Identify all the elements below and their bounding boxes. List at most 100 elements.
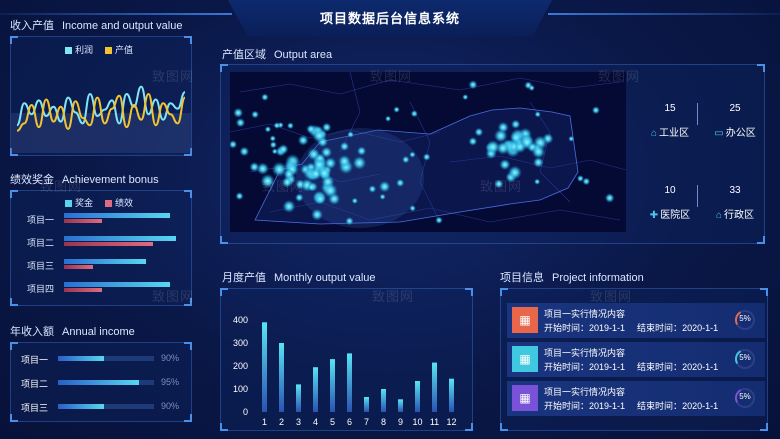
- bonus-bar-label: 项目二: [27, 238, 55, 248]
- project-card[interactable]: ▦ 项目一实行情况内容 开始时间：2019-1-1 结束时间：2020-1-1 5%: [507, 342, 765, 377]
- x-tick-label: 9: [398, 417, 403, 427]
- annual-income-label: 项目三: [21, 403, 49, 413]
- progress-percent: 5%: [739, 392, 751, 401]
- x-tick-label: 6: [347, 417, 352, 427]
- annual-income-track: [58, 356, 154, 361]
- y-tick-label: 100: [233, 384, 248, 394]
- building-icon: ▦: [512, 346, 538, 372]
- y-tick-label: 0: [243, 407, 248, 417]
- stat-label-text: 办公区: [725, 128, 756, 139]
- factory-icon: ⌂: [650, 128, 658, 139]
- output-area-map[interactable]: [230, 72, 626, 232]
- map-hotspot: [356, 146, 367, 156]
- x-tick-label: 3: [296, 417, 301, 427]
- map-hotspot: [251, 110, 259, 119]
- header-deco-right: [548, 13, 780, 15]
- map-hotspot: [378, 180, 391, 193]
- map-hotspot: [311, 208, 324, 221]
- watermark: 致图网: [480, 179, 523, 194]
- output-area-title: 产值区域 Output area: [222, 46, 332, 62]
- bonus-title: 绩效奖金 Achievement bonus: [10, 171, 159, 187]
- map-hotspot: [509, 131, 523, 144]
- annual-income-track: [58, 380, 154, 385]
- map-hotspot: [486, 140, 501, 154]
- watermark: 致图网: [598, 69, 641, 84]
- bonus-legend: 奖金 绩效: [65, 196, 133, 209]
- map-hotspot: [352, 156, 367, 170]
- monthly-title-en: Monthly output value: [274, 272, 376, 284]
- map-hotspot: [531, 145, 546, 159]
- project-info-title: 项目信息 Project information: [500, 269, 644, 285]
- map-hotspot: [379, 193, 386, 200]
- month-bar: [313, 367, 318, 413]
- month-bar: [296, 384, 301, 412]
- map-hotspot: [435, 216, 443, 224]
- project-card[interactable]: ▦ 项目一实行情况内容 开始时间：2019-1-1 结束时间：2020-1-1 5%: [507, 381, 765, 416]
- stat-label-text: 医院区: [660, 210, 691, 221]
- map-hotspot: [278, 144, 289, 155]
- map-hotspot: [269, 141, 277, 149]
- stat-divider-bottom: [697, 185, 698, 207]
- annual-income-fill: [58, 356, 105, 361]
- y-tick-label: 200: [233, 361, 248, 371]
- project-name: 项目一实行情况内容: [544, 309, 626, 319]
- income-output-title-en: Income and output value: [62, 20, 183, 32]
- map-hotspot: [393, 106, 400, 113]
- map-hotspot: [338, 154, 351, 168]
- legend-swatch-output: [105, 47, 113, 55]
- start-date: 2019-1-1: [589, 362, 626, 372]
- legend-item-perf: 绩效: [105, 196, 133, 209]
- income-output-title: 收入产值 Income and output value: [10, 17, 182, 33]
- legend-swatch-profit: [65, 47, 72, 55]
- annual-income-percent: 90%: [161, 401, 180, 411]
- x-tick-label: 5: [330, 417, 335, 427]
- map-hotspot: [410, 110, 418, 118]
- office-icon: ▭: [714, 128, 724, 139]
- stat-office: 25 ▭ 办公区: [705, 103, 765, 139]
- bonus-bar-row: 项目一: [27, 213, 197, 227]
- watermark: 致图网: [152, 69, 195, 84]
- month-bar: [398, 399, 403, 412]
- x-tick-label: 12: [446, 417, 456, 427]
- month-bar: [279, 343, 284, 412]
- map-hotspot: [312, 128, 327, 143]
- performance-bar: [64, 265, 93, 269]
- map-hotspot: [347, 131, 354, 138]
- month-bar: [347, 353, 352, 412]
- project-dates: 开始时间：2019-1-1 结束时间：2020-1-1: [544, 321, 718, 334]
- legend-label-profit: 利润: [75, 45, 94, 55]
- end-date: 2020-1-1: [682, 323, 719, 333]
- x-tick-label: 4: [313, 417, 318, 427]
- bonus-bar-row: 项目二: [27, 236, 197, 250]
- stat-label: ⌂ 行政区: [705, 206, 765, 221]
- annual-income-fill: [58, 380, 139, 385]
- month-bar: [415, 381, 420, 413]
- stat-label-text: 工业区: [659, 128, 690, 139]
- map-hotspot: [533, 157, 544, 168]
- annual-income-panel: 项目一 90% 项目二 95% 项目三 90%: [10, 342, 192, 422]
- building-icon: ▦: [512, 385, 538, 411]
- income-output-panel: 利润 产值: [10, 36, 192, 156]
- map-hotspot: [368, 185, 377, 193]
- map-hotspot: [591, 106, 600, 115]
- income-output-title-cn: 收入产值: [10, 20, 54, 32]
- legend-label-output: 产值: [115, 45, 134, 55]
- watermark: 致图网: [262, 179, 305, 194]
- map-hotspot: [468, 137, 478, 146]
- admin-icon: ⌂: [715, 210, 723, 221]
- annual-income-title: 年收入额 Annual income: [10, 323, 135, 339]
- map-hotspot: [422, 153, 431, 161]
- month-bar: [330, 359, 335, 412]
- map-hotspot: [233, 107, 244, 118]
- start-label: 开始时间：: [544, 362, 590, 372]
- x-tick-label: 7: [364, 417, 369, 427]
- map-hotspot: [474, 127, 484, 137]
- bonus-bar-row: 项目三: [27, 259, 197, 273]
- legend-label-bonus: 奖金: [75, 198, 94, 208]
- map-hotspot: [261, 93, 269, 101]
- map-hotspot: [249, 162, 260, 172]
- map-hotspot: [269, 135, 276, 142]
- map-hotspot: [534, 111, 541, 118]
- start-date: 2019-1-1: [589, 323, 626, 333]
- project-card[interactable]: ▦ 项目一实行情况内容 开始时间：2019-1-1 结束时间：2020-1-1 5%: [507, 303, 765, 338]
